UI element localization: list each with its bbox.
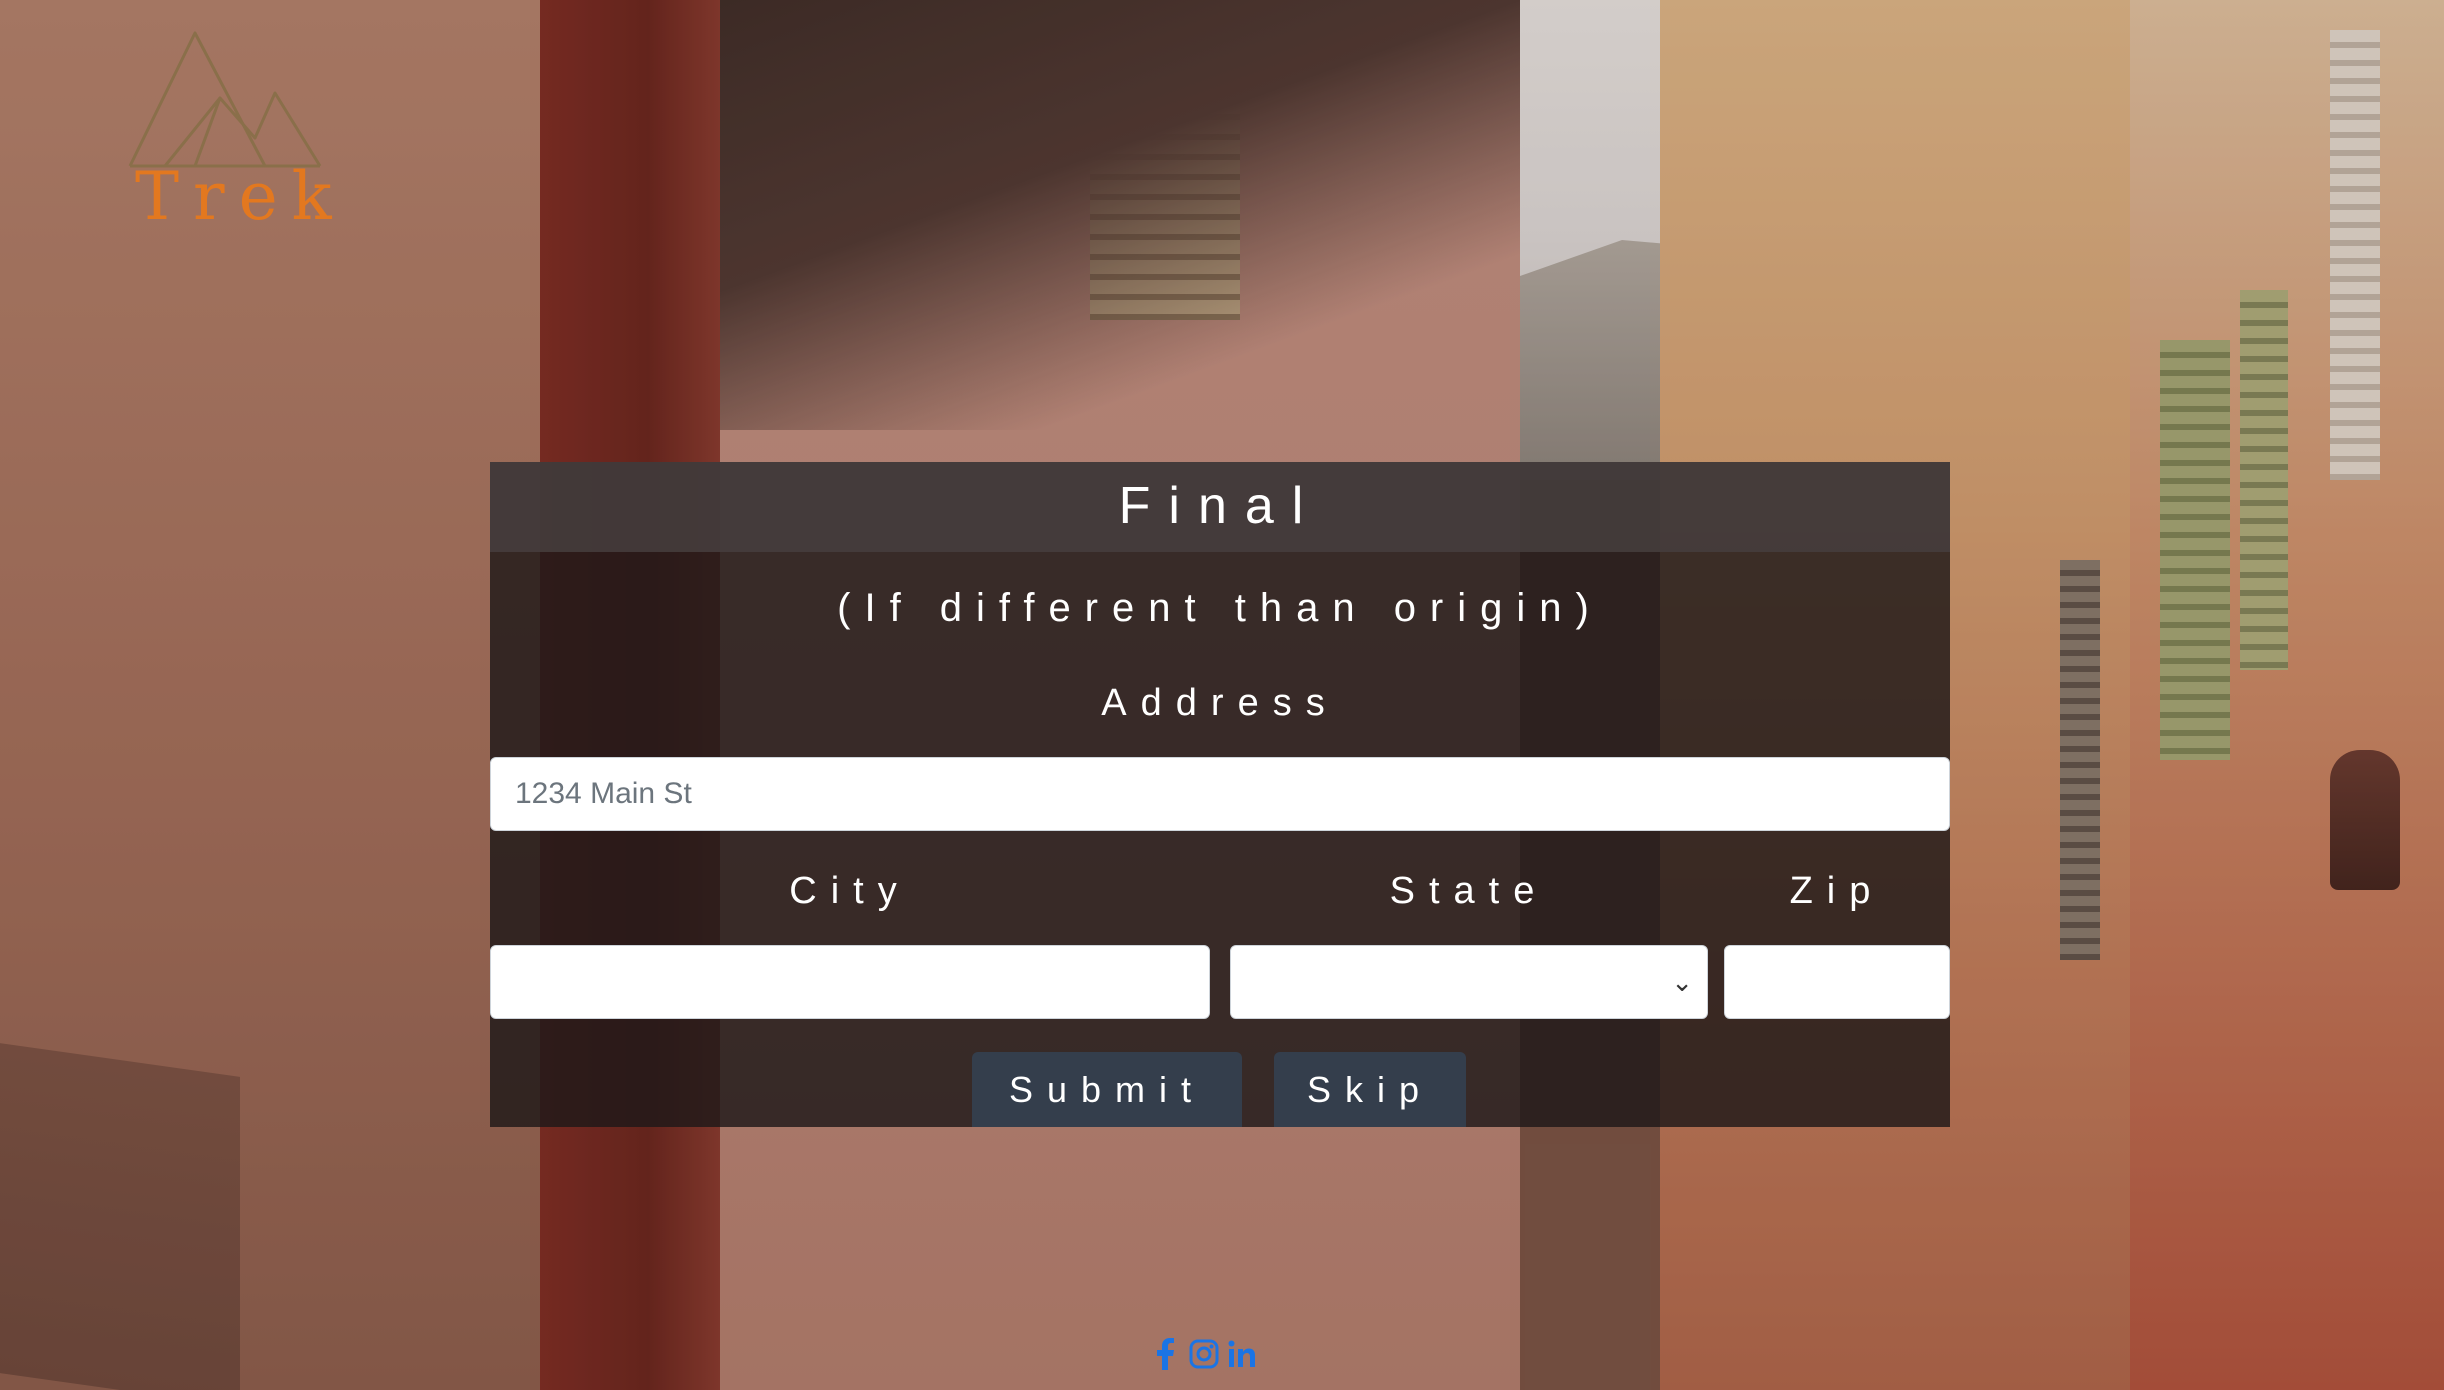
zip-label: Zip [1789,870,1885,912]
mountain-icon [128,31,322,168]
instagram-icon[interactable] [1188,1336,1220,1372]
submit-button[interactable]: Submit [972,1052,1242,1127]
address-input[interactable]: 1234 Main St [490,757,1950,831]
facebook-icon[interactable] [1150,1336,1182,1372]
chevron-down-icon: ⌄ [1671,967,1693,997]
brand-name: Trek [135,158,346,235]
city-input[interactable] [490,945,1210,1019]
state-label: State [1389,870,1549,912]
social-links [1150,1334,1258,1374]
zip-input[interactable] [1724,945,1950,1019]
state-select[interactable]: ⌄ [1230,945,1708,1019]
address-placeholder: 1234 Main St [515,777,692,810]
brand-logo[interactable]: Trek [125,28,332,235]
address-label: Address [1101,682,1339,724]
form-subtitle: (If different than origin) [837,586,1603,630]
final-address-form: Final (If different than origin) Address… [490,462,1950,1127]
linkedin-icon[interactable] [1226,1336,1258,1372]
form-title: Final [1118,477,1322,535]
skip-button[interactable]: Skip [1274,1052,1466,1127]
city-label: City [789,870,911,912]
